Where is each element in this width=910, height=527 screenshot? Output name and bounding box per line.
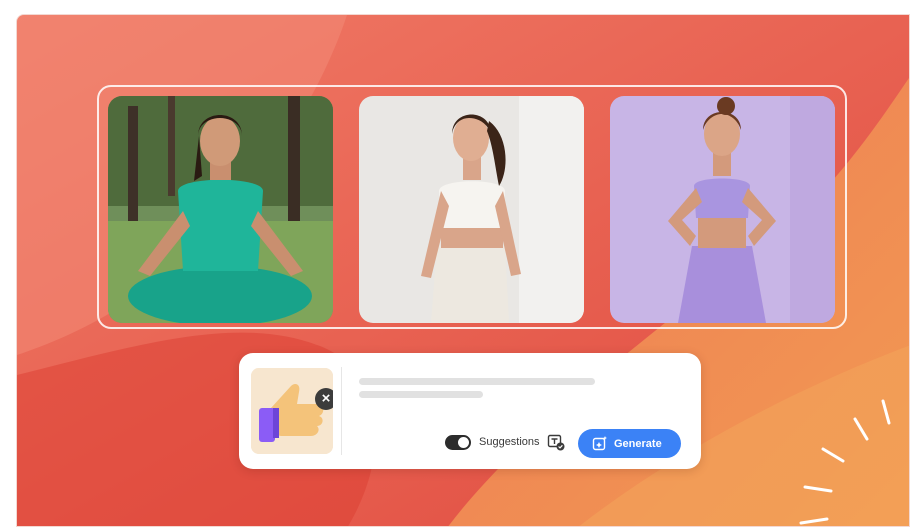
woman-lavender-sports-outfit bbox=[610, 96, 835, 323]
close-icon[interactable]: × bbox=[315, 388, 333, 410]
text-check-icon[interactable] bbox=[547, 433, 565, 451]
gallery-image-1[interactable] bbox=[108, 96, 333, 323]
suggestions-toggle[interactable] bbox=[445, 435, 471, 450]
woman-white-sports-outfit bbox=[359, 96, 584, 323]
reference-image[interactable]: × bbox=[251, 368, 333, 454]
gallery-image-3[interactable] bbox=[610, 96, 835, 323]
thumbs-up-hand-icon bbox=[251, 368, 333, 454]
prompt-text-placeholder-line bbox=[359, 378, 595, 385]
canvas: × Suggestions Generate bbox=[16, 14, 910, 527]
generate-button-label: Generate bbox=[614, 438, 662, 450]
gallery-image-2[interactable] bbox=[359, 96, 584, 323]
woman-meditating-green-outfit bbox=[108, 96, 333, 323]
sparkle-lines-decoration bbox=[799, 399, 891, 525]
panel-divider bbox=[341, 367, 342, 455]
prompt-panel: × Suggestions Generate bbox=[239, 353, 701, 469]
image-sparkle-icon bbox=[592, 436, 607, 451]
prompt-text-placeholder-line bbox=[359, 391, 483, 398]
toggle-knob bbox=[458, 437, 469, 448]
generate-button[interactable]: Generate bbox=[578, 429, 681, 458]
suggestions-label: Suggestions bbox=[479, 436, 540, 448]
